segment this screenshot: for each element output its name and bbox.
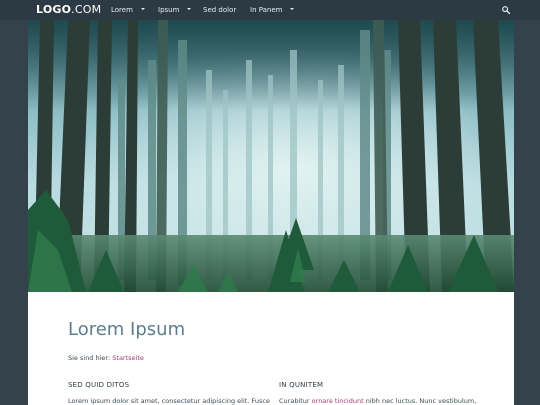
- nav-item-label: In Panem: [250, 6, 283, 14]
- column-text-right: Curabitur ornare tincidunt nibh nec luct…: [279, 397, 476, 405]
- nav-item-lorem[interactable]: Lorem: [111, 0, 145, 20]
- caret-down-icon: [140, 8, 145, 10]
- logo-suffix-text: .COM: [71, 3, 102, 16]
- page-title: Lorem Ipsum: [68, 319, 186, 340]
- column-text-part: Curabitur: [279, 397, 312, 405]
- column-title-right: IN QUNITEM: [279, 381, 324, 389]
- column-title-left: SED QUID DITOS: [68, 381, 130, 389]
- search-icon[interactable]: [501, 5, 511, 15]
- breadcrumb-prefix: Sie sind hier:: [68, 354, 111, 362]
- breadcrumb: Sie sind hier: Startseite: [68, 354, 144, 362]
- nav-item-sed-dolor[interactable]: Sed dolor: [203, 0, 236, 20]
- site-logo[interactable]: LOGO.COM: [36, 3, 101, 17]
- caret-down-icon: [187, 8, 192, 10]
- nav-item-label: Sed dolor: [203, 6, 237, 14]
- nav-item-in-panem[interactable]: In Panem: [250, 0, 295, 20]
- hero-forest-image: [28, 20, 514, 292]
- caret-down-icon: [290, 8, 295, 10]
- logo-main-text: LOGO: [36, 3, 72, 16]
- column-text-left: Lorem ipsum dolor sit amet, consectetur …: [68, 397, 270, 405]
- top-navbar: LOGO.COM Lorem Ipsum Sed dolor In Panem: [0, 0, 540, 20]
- inline-link[interactable]: ornare tincidunt: [312, 397, 364, 405]
- content-panel: Lorem Ipsum Sie sind hier: Startseite SE…: [28, 292, 514, 405]
- nav-item-label: Ipsum: [158, 6, 180, 14]
- nav-item-label: Lorem: [111, 6, 133, 14]
- breadcrumb-link-home[interactable]: Startseite: [112, 354, 144, 362]
- nav-item-ipsum[interactable]: Ipsum: [158, 0, 192, 20]
- column-text-part: nibh nec luctus. Nunc vestibulum,: [363, 397, 477, 405]
